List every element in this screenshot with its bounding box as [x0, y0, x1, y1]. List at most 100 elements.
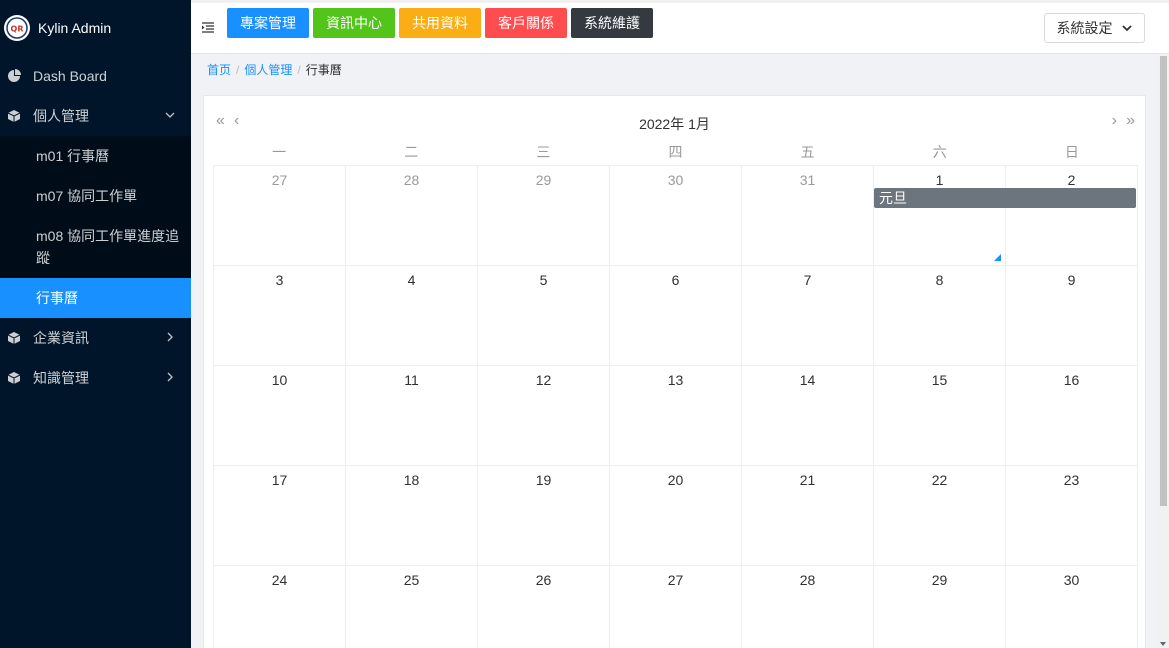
calendar-day-cell[interactable]: 17 — [214, 466, 346, 566]
calendar-day-cell[interactable]: 4 — [346, 266, 478, 366]
calendar-day-cell[interactable]: 13 — [610, 366, 742, 466]
day-number: 27 — [271, 172, 288, 188]
day-number: 20 — [667, 472, 684, 488]
day-number: 7 — [803, 272, 812, 288]
calendar-day-cell[interactable]: 6 — [610, 266, 742, 366]
day-number: 3 — [275, 272, 284, 288]
chevron-right-icon — [167, 372, 173, 382]
day-number: 23 — [1063, 472, 1080, 488]
sidebar-item-personal[interactable]: 個人管理 — [0, 96, 191, 136]
day-number: 29 — [535, 172, 552, 188]
sidebar-subitem-calendar[interactable]: 行事曆 — [0, 278, 191, 318]
sidebar-subitem-m07[interactable]: m07 協同工作單 — [0, 176, 191, 216]
brand-title: Kylin Admin — [38, 20, 112, 36]
sidebar-item-label: 企業資訊 — [33, 330, 89, 346]
sidebar-item-dashboard[interactable]: Dash Board — [0, 56, 191, 96]
breadcrumb-parent[interactable]: 個人管理 — [244, 63, 292, 77]
day-number: 19 — [535, 472, 552, 488]
day-number: 30 — [667, 172, 684, 188]
calendar-day-cell[interactable]: 3 — [214, 266, 346, 366]
next-month-button[interactable]: › — [1112, 112, 1117, 130]
weekday-label: 三 — [536, 144, 551, 160]
day-number: 15 — [931, 372, 948, 388]
sidebar-item-label: 知識管理 — [33, 370, 89, 386]
sidebar-item-label: 個人管理 — [33, 108, 89, 124]
day-number: 22 — [931, 472, 948, 488]
day-number: 16 — [1063, 372, 1080, 388]
nav-shared-button[interactable]: 共用資料 — [399, 8, 481, 38]
nav-info-button[interactable]: 資訊中心 — [313, 8, 395, 38]
calendar-day-cell[interactable]: 1 元旦 — [874, 166, 1136, 266]
weekday-label: 四 — [668, 144, 683, 160]
calendar-day-cell[interactable]: 23 — [1006, 466, 1138, 566]
calendar-day-cell[interactable]: 20 — [610, 466, 742, 566]
chevron-up-icon — [165, 112, 175, 118]
calendar-day-cell[interactable]: 22 — [874, 466, 1006, 566]
calendar-day-cell[interactable]: 30 — [1006, 566, 1138, 648]
calendar-day-cell[interactable]: 8 — [874, 266, 1006, 366]
calendar-day-cell[interactable]: 2 — [1006, 166, 1138, 266]
day-number: 8 — [935, 272, 944, 288]
nav-system-button[interactable]: 系統維護 — [571, 8, 653, 38]
calendar-day-cell[interactable]: 15 — [874, 366, 1006, 466]
calendar-day-cell[interactable]: 28 — [346, 166, 478, 266]
scrollbar-thumb[interactable] — [1160, 56, 1167, 506]
day-number: 31 — [799, 172, 816, 188]
calendar-day-cell[interactable]: 18 — [346, 466, 478, 566]
settings-dropdown[interactable]: 系統設定 — [1044, 13, 1145, 43]
calendar-day-cell[interactable]: 19 — [478, 466, 610, 566]
calendar-day-cell[interactable]: 10 — [214, 366, 346, 466]
calendar-day-cell[interactable]: 24 — [214, 566, 346, 648]
corner-triangle-icon — [994, 254, 1001, 261]
calendar-day-cell[interactable]: 29 — [478, 166, 610, 266]
calendar-title: 2022年 1月 — [639, 116, 710, 132]
calendar-week-row: 24 25 26 27 28 29 30 — [214, 566, 1138, 648]
sidebar-item-knowledge[interactable]: 知識管理 — [0, 358, 191, 398]
calendar-day-cell[interactable]: 27 — [610, 566, 742, 648]
calendar-day-cell[interactable]: 26 — [478, 566, 610, 648]
next-year-button[interactable]: » — [1126, 112, 1135, 130]
day-number: 10 — [271, 372, 288, 388]
weekday-header: 一二三四五六日 — [213, 142, 1138, 164]
calendar-day-cell[interactable]: 27 — [214, 166, 346, 266]
calendar-day-cell[interactable]: 11 — [346, 366, 478, 466]
calendar-week-row: 17 18 19 20 21 22 23 — [214, 466, 1138, 566]
day-number: 11 — [404, 372, 419, 388]
day-number: 6 — [671, 272, 680, 288]
nav-project-button[interactable]: 專案管理 — [227, 8, 309, 38]
nav-customer-button[interactable]: 客戶關係 — [485, 8, 567, 38]
calendar-grid: 27 28 29 30 31 1 元旦 2 3 4 5 6 7 8 9 10 11 12 13 14 15 16 17 18 1… — [213, 165, 1138, 648]
calendar-day-cell[interactable]: 5 — [478, 266, 610, 366]
day-number: 26 — [535, 572, 552, 588]
calendar-day-cell[interactable]: 31 — [742, 166, 874, 266]
sidebar-subitem-m01[interactable]: m01 行事曆 — [0, 136, 191, 176]
settings-label: 系統設定 — [1056, 20, 1113, 36]
calendar-day-cell[interactable]: 29 — [874, 566, 1006, 648]
calendar-day-cell[interactable]: 21 — [742, 466, 874, 566]
calendar-card: « ‹ 2022年 1月 › » 一二三四五六日 27 28 29 30 31 1 元旦 2 3… — [203, 95, 1146, 648]
day-number: 12 — [535, 372, 552, 388]
calendar-day-cell[interactable]: 12 — [478, 366, 610, 466]
scroll-down-arrow-icon[interactable] — [1160, 642, 1166, 646]
day-number: 9 — [1067, 272, 1076, 288]
weekday-label: 五 — [800, 144, 815, 160]
day-number: 29 — [931, 572, 948, 588]
cube-icon — [6, 330, 22, 346]
calendar-day-cell[interactable]: 30 — [610, 166, 742, 266]
breadcrumb: 首页 / 個人管理 / 行事曆 — [207, 63, 342, 77]
page-scrollbar[interactable] — [1158, 54, 1169, 648]
calendar-day-cell[interactable]: 28 — [742, 566, 874, 648]
calendar-day-cell[interactable]: 9 — [1006, 266, 1138, 366]
brand[interactable]: QR Kylin Admin — [0, 0, 191, 56]
calendar-day-cell[interactable]: 16 — [1006, 366, 1138, 466]
breadcrumb-home[interactable]: 首页 — [207, 63, 231, 77]
sidebar-item-enterprise[interactable]: 企業資訊 — [0, 318, 191, 358]
calendar-day-cell[interactable]: 14 — [742, 366, 874, 466]
sidebar-subitem-m08[interactable]: m08 協同工作單進度追蹤 — [0, 216, 191, 278]
calendar-day-cell[interactable]: 25 — [346, 566, 478, 648]
day-number: 18 — [403, 472, 420, 488]
calendar-day-cell[interactable]: 7 — [742, 266, 874, 366]
chevron-down-icon — [1121, 25, 1132, 32]
day-number: 25 — [403, 572, 420, 588]
menu-fold-icon[interactable] — [201, 21, 215, 35]
